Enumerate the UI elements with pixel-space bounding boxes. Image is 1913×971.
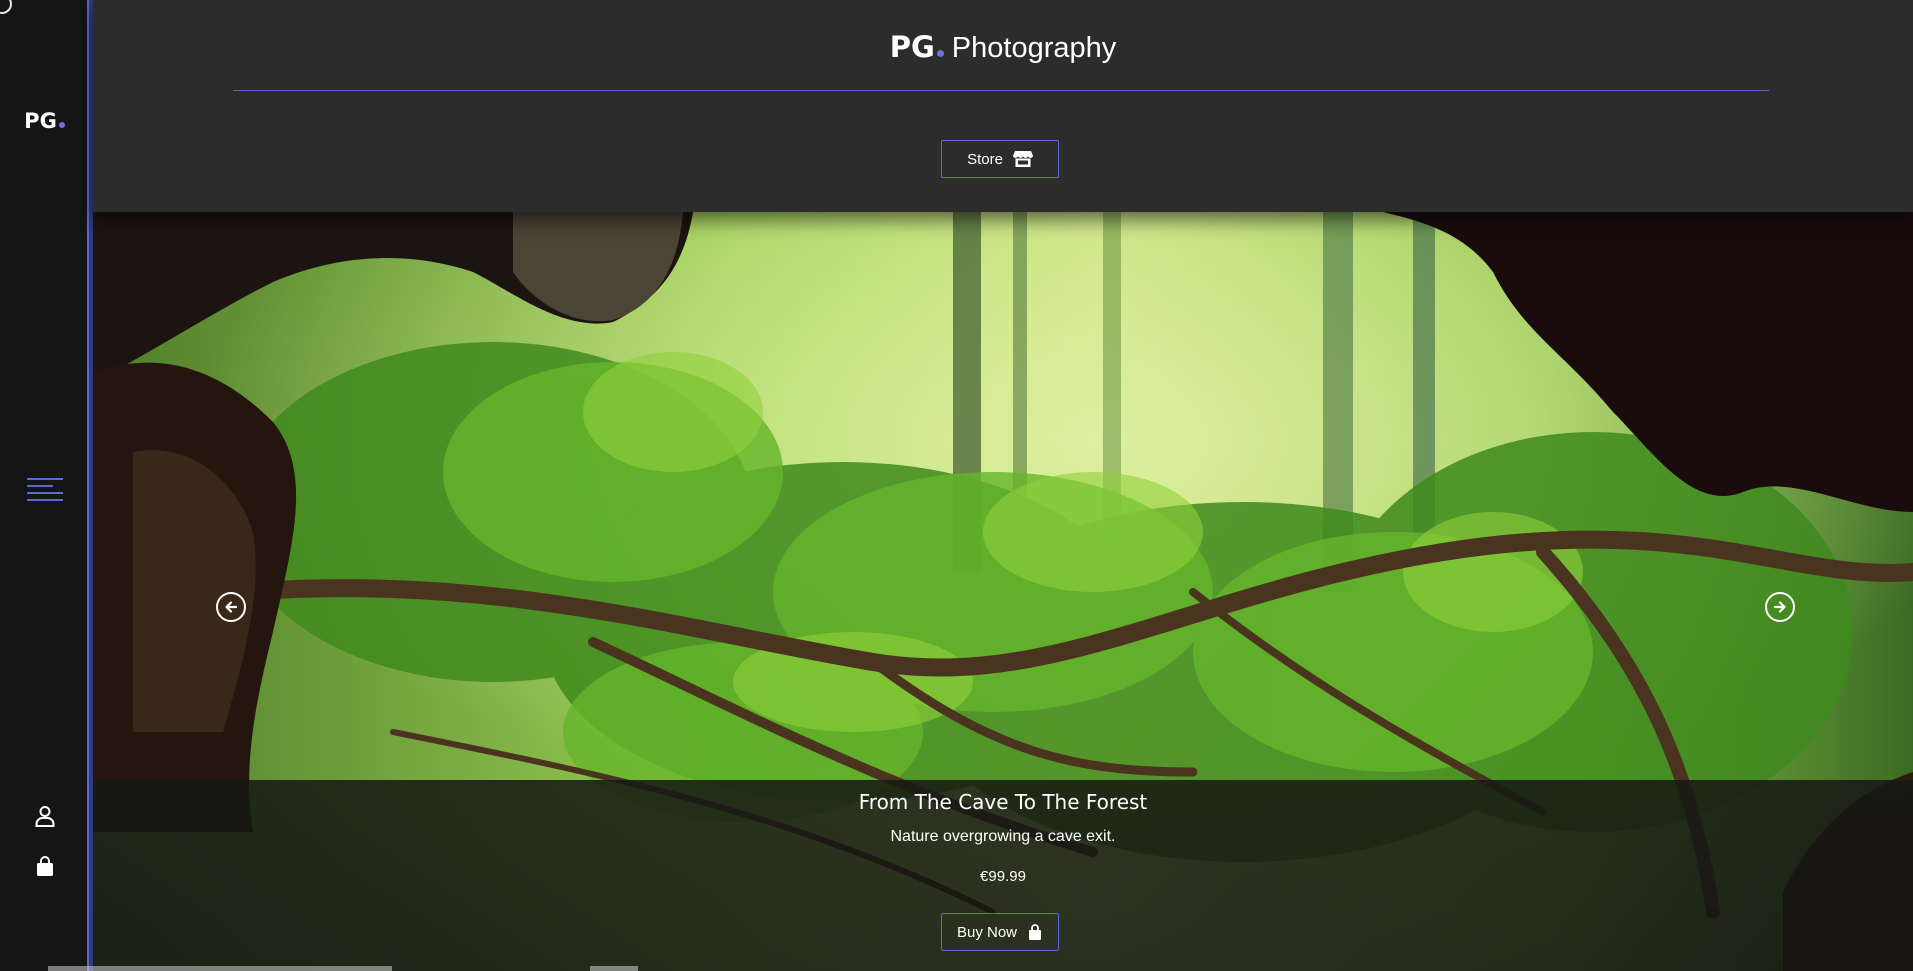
site-title[interactable]: PG Photography [93, 30, 1913, 65]
site-logo-mark: PG [889, 30, 935, 64]
user-icon[interactable] [33, 804, 57, 828]
buy-now-label: Buy Now [956, 923, 1018, 941]
carousel-prev-button[interactable] [216, 592, 246, 622]
logo-dot [936, 50, 944, 57]
hero-carousel: From The Cave To The Forest Nature overg… [93, 212, 1913, 971]
sidebar-logo[interactable]: PG [0, 109, 89, 133]
site-name: Photography [951, 32, 1117, 64]
menu-icon[interactable] [27, 476, 63, 501]
arrow-left-icon [225, 601, 238, 613]
shopping-bag-icon [1029, 923, 1042, 940]
sidebar-logo-text: PG [24, 109, 57, 133]
horizontal-scrollbar[interactable] [48, 966, 392, 971]
header-divider [233, 90, 1769, 91]
sidebar: PG [0, 0, 93, 971]
slide-title: From The Cave To The Forest [858, 790, 1148, 814]
store-button-label: Store [967, 150, 1003, 168]
horizontal-scrollbar-thumb[interactable] [590, 966, 638, 971]
store-icon [1012, 151, 1033, 167]
shopping-bag-icon[interactable] [34, 855, 56, 877]
page: PG PG Photography Store From The Cave To… [0, 0, 1913, 971]
arrow-right-icon [1773, 601, 1786, 613]
buy-now-button[interactable]: Buy Now [941, 913, 1059, 951]
slide-description: Nature overgrowing a cave exit. [890, 828, 1116, 845]
slide-caption: From The Cave To The Forest Nature overg… [93, 780, 1913, 971]
carousel-next-button[interactable] [1765, 592, 1795, 622]
store-button[interactable]: Store [941, 140, 1059, 178]
logo-dot [58, 122, 65, 128]
slide-price: €99.99 [980, 868, 1026, 885]
header: PG Photography Store [93, 0, 1913, 212]
loading-spinner-icon [0, 0, 12, 14]
